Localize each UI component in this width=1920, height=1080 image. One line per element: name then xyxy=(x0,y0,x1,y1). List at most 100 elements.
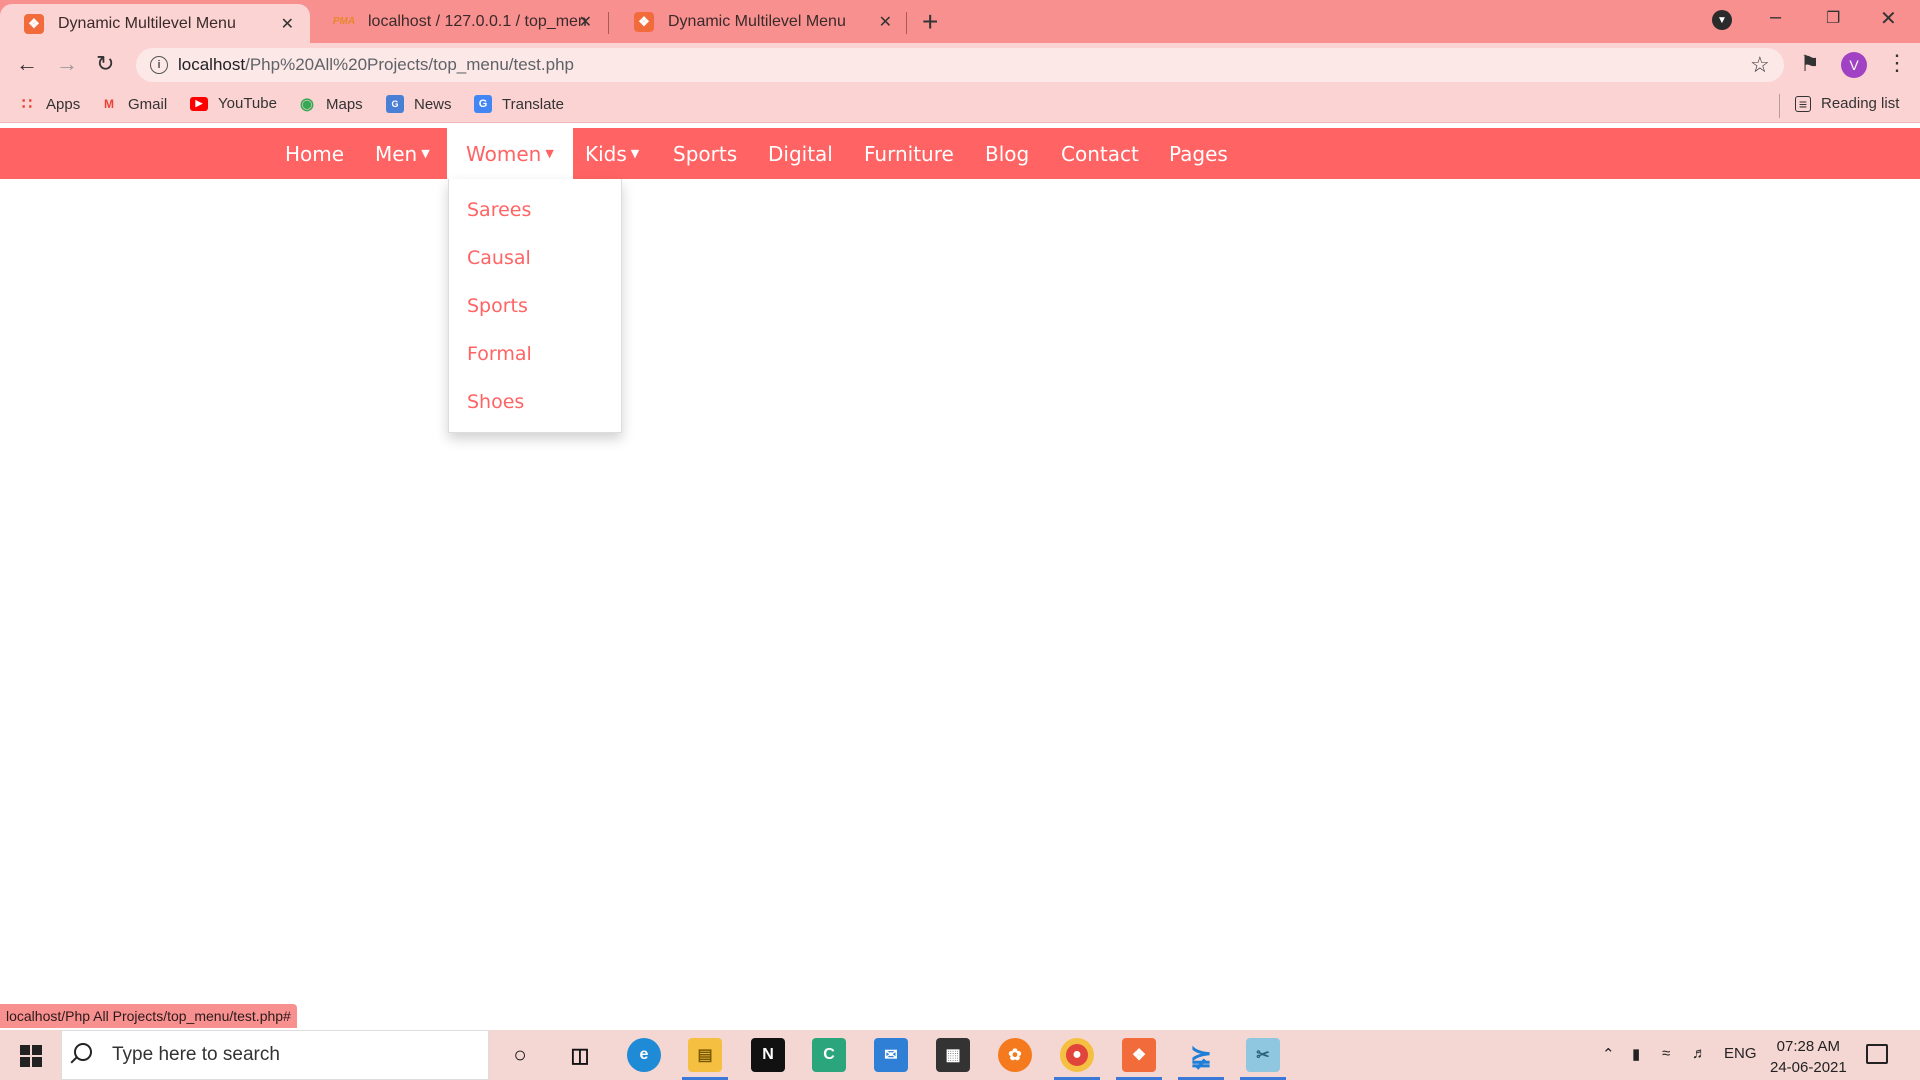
menu-kebab-icon[interactable]: ⋮ xyxy=(1886,50,1908,76)
nav-pages[interactable]: Pages xyxy=(1150,128,1247,179)
edge-icon[interactable]: e xyxy=(627,1038,661,1072)
xampp-icon: ❖ xyxy=(634,11,654,32)
file-explorer-icon[interactable]: ▤ xyxy=(688,1038,722,1072)
youtube-icon: ▶ xyxy=(190,96,208,111)
volume-icon[interactable]: ♬ xyxy=(1692,1045,1707,1062)
task-view-icon[interactable]: ◫ xyxy=(563,1038,597,1072)
language-indicator[interactable]: ENG xyxy=(1724,1045,1757,1062)
search-icon xyxy=(74,1043,92,1061)
profile-avatar[interactable]: V xyxy=(1841,52,1867,78)
bookmark-label: Gmail xyxy=(128,95,168,113)
nav-sports[interactable]: Sports xyxy=(654,128,756,179)
camtasia-icon[interactable]: C xyxy=(812,1038,846,1072)
chrome-icon[interactable]: ● xyxy=(1060,1038,1094,1072)
snipping-tool-icon[interactable]: ✂ xyxy=(1246,1038,1280,1072)
caret-down-icon: ▼ xyxy=(545,147,554,160)
show-hidden-icons-chevron-icon[interactable]: ⌃ xyxy=(1602,1045,1615,1063)
link-status-bubble: localhost/Php All Projects/top_menu/test… xyxy=(0,1004,297,1028)
site-info-icon[interactable]: i xyxy=(150,56,168,74)
close-tab-icon[interactable]: ✕ xyxy=(281,14,294,34)
tab-search-icon[interactable]: ▼ xyxy=(1712,10,1732,30)
nav-kids[interactable]: Kids ▼ xyxy=(566,128,658,179)
bookmarks-bar xyxy=(0,87,1920,123)
bookmark-label: Apps xyxy=(46,95,81,113)
wifi-icon[interactable]: ≈ xyxy=(1662,1045,1670,1062)
minimize-icon[interactable]: – xyxy=(1770,6,1781,29)
nav-label: Kids xyxy=(585,141,627,166)
close-window-icon[interactable]: ✕ xyxy=(1880,6,1897,31)
news-icon: G xyxy=(386,95,404,113)
back-arrow-icon[interactable]: ← xyxy=(16,51,38,77)
dropdown-item-shoes[interactable]: Shoes xyxy=(467,391,524,413)
xampp-icon: ❖ xyxy=(24,13,44,34)
nav-label: Contact xyxy=(1061,141,1139,166)
bookmark-label: YouTube xyxy=(218,95,277,112)
clock-time: 07:28 AM xyxy=(1776,1038,1841,1055)
xampp-icon[interactable]: ❖ xyxy=(1122,1038,1156,1072)
bookmark-translate[interactable]: G Translate xyxy=(474,95,564,113)
forward-arrow-icon[interactable]: → xyxy=(56,51,78,77)
dropdown-item-sports[interactable]: Sports xyxy=(467,295,528,317)
close-tab-icon[interactable]: ✕ xyxy=(579,12,592,32)
nav-label: Furniture xyxy=(864,141,954,166)
nav-blog[interactable]: Blog xyxy=(966,128,1048,179)
bookmark-label: Maps xyxy=(326,95,363,113)
nav-label: Sports xyxy=(673,141,738,166)
dropdown-item-sarees[interactable]: Sarees xyxy=(467,199,531,221)
bookmark-label: News xyxy=(414,95,452,113)
tab-title: Dynamic Multilevel Menu xyxy=(668,12,846,30)
nav-furniture[interactable]: Furniture xyxy=(845,128,973,179)
nav-women[interactable]: Women ▼ xyxy=(447,128,573,179)
bookmark-maps[interactable]: ◉ Maps xyxy=(298,95,363,114)
notification-center-icon[interactable] xyxy=(1866,1044,1888,1064)
restore-icon[interactable]: ❐ xyxy=(1826,8,1840,28)
reload-icon[interactable]: ↻ xyxy=(96,51,114,77)
women-dropdown-menu: Sarees Causal Sports Formal Shoes xyxy=(448,179,622,433)
extensions-puzzle-icon[interactable]: ⚑ xyxy=(1800,51,1820,77)
clock-date: 24-06-2021 xyxy=(1770,1059,1847,1076)
vscode-icon[interactable]: ⪶ xyxy=(1184,1038,1218,1072)
url-path: /Php%20All%20Projects/top_menu/test.php xyxy=(245,55,574,74)
firefox-icon[interactable]: ✿ xyxy=(998,1038,1032,1072)
reading-list-label: Reading list xyxy=(1821,95,1900,112)
store-icon[interactable]: ▦ xyxy=(936,1038,970,1072)
battery-icon[interactable]: ▮ xyxy=(1632,1045,1640,1063)
caret-down-icon: ▼ xyxy=(421,147,430,160)
tab-title: localhost / 127.0.0.1 / top_menus xyxy=(368,12,586,30)
mail-icon[interactable]: ✉ xyxy=(874,1038,908,1072)
bookmark-news[interactable]: G News xyxy=(386,95,452,113)
reading-list-icon: ≡ xyxy=(1795,95,1811,112)
taskbar-clock[interactable]: 07:28 AM 24-06-2021 xyxy=(1770,1036,1847,1078)
bookmarks-separator xyxy=(1779,94,1780,118)
nav-label: Pages xyxy=(1169,141,1228,166)
browser-tab-2[interactable]: PMA localhost / 127.0.0.1 / top_menus ✕ xyxy=(310,0,608,43)
cortana-icon[interactable]: ○ xyxy=(503,1038,537,1072)
bookmark-youtube[interactable]: ▶ YouTube xyxy=(190,95,277,112)
nav-label: Women xyxy=(466,141,542,166)
tab-separator xyxy=(608,12,609,34)
bookmark-gmail[interactable]: M Gmail xyxy=(100,95,167,113)
nav-digital[interactable]: Digital xyxy=(749,128,852,179)
bookmark-apps[interactable]: ∷ Apps xyxy=(18,95,81,114)
bookmark-label: Translate xyxy=(502,95,564,113)
reading-list-button[interactable]: ≡ Reading list xyxy=(1795,95,1899,112)
browser-tab-1[interactable]: ❖ Dynamic Multilevel Menu ✕ xyxy=(0,4,310,43)
apps-grid-icon: ∷ xyxy=(21,96,33,113)
address-url[interactable]: localhost/Php%20All%20Projects/top_menu/… xyxy=(178,55,574,75)
nav-home[interactable]: Home xyxy=(266,128,363,179)
browser-tab-3[interactable]: ❖ Dynamic Multilevel Menu ✕ xyxy=(610,0,908,43)
taskbar-search-input[interactable]: Type here to search xyxy=(61,1030,489,1080)
notion-icon[interactable]: N xyxy=(751,1038,785,1072)
tab-separator xyxy=(906,12,907,34)
close-tab-icon[interactable]: ✕ xyxy=(879,12,892,32)
windows-start-icon[interactable] xyxy=(20,1045,42,1067)
tab-title: Dynamic Multilevel Menu xyxy=(58,14,236,32)
nav-contact[interactable]: Contact xyxy=(1042,128,1158,179)
nav-men[interactable]: Men ▼ xyxy=(356,128,449,179)
dropdown-item-formal[interactable]: Formal xyxy=(467,343,532,365)
dropdown-item-causal[interactable]: Causal xyxy=(467,247,531,269)
maps-icon: ◉ xyxy=(300,96,314,113)
bookmark-star-icon[interactable]: ☆ xyxy=(1750,52,1770,78)
new-tab-button[interactable]: + xyxy=(922,6,938,38)
nav-label: Men xyxy=(375,141,418,166)
